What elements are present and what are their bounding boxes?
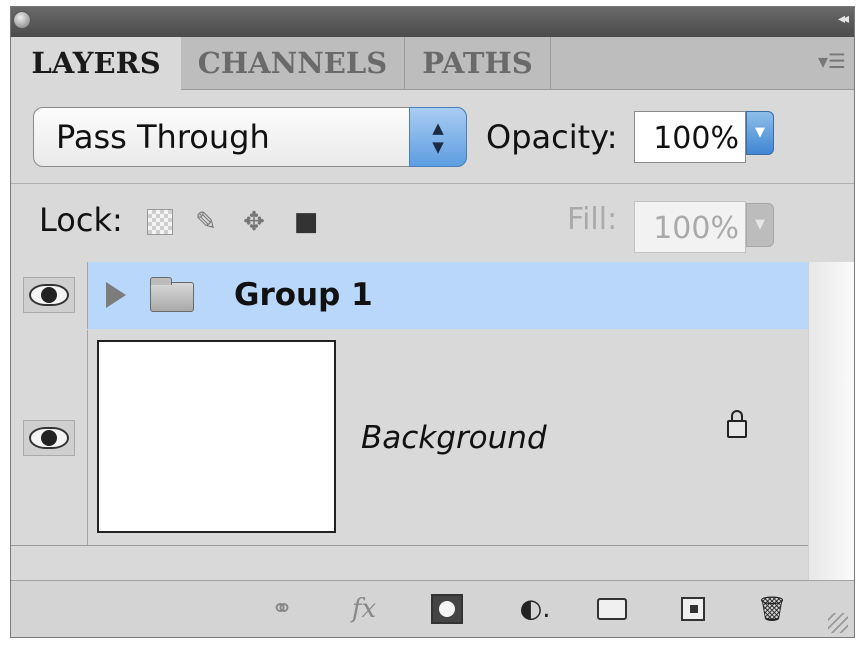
fill-input[interactable]: 100% <box>634 201 746 253</box>
opacity-dropdown-icon[interactable]: ▼ <box>746 111 774 155</box>
group-row-content: Group 1 <box>88 262 808 329</box>
add-mask-icon[interactable] <box>431 594 463 624</box>
expand-triangle-icon[interactable] <box>106 282 126 308</box>
blend-mode-value: Pass Through <box>56 118 270 156</box>
collapse-icon[interactable]: ◂◂ <box>838 11 849 27</box>
lock-image-pixels-icon[interactable]: ✎ <box>191 207 221 237</box>
panel-menu-icon[interactable]: ▾☰ <box>818 49 846 75</box>
adjustment-layer-icon[interactable]: ◐. <box>513 594 557 624</box>
panel-bottom-toolbar: ⚭ fx ◐. 🗑 <box>11 580 854 637</box>
panel-titlebar: ◂◂ <box>11 7 854 37</box>
lock-all-icon[interactable]: ■ <box>291 207 321 237</box>
trash-icon[interactable]: 🗑 <box>757 594 787 624</box>
lock-label: Lock: <box>39 201 123 239</box>
visibility-column <box>11 262 88 329</box>
layer-row-group-1[interactable]: Group 1 <box>11 262 808 329</box>
opacity-input[interactable]: 100% <box>634 111 746 163</box>
lock-transparent-pixels-icon[interactable] <box>147 209 173 235</box>
new-group-icon[interactable] <box>597 598 627 620</box>
fill-dropdown-icon[interactable]: ▼ <box>746 203 774 247</box>
blend-mode-stepper-icon[interactable]: ▲ ▼ <box>409 107 467 167</box>
layer-thumbnail <box>97 340 336 533</box>
eye-icon <box>29 284 69 306</box>
layer-row-background[interactable]: Background <box>11 330 808 546</box>
blend-mode-select[interactable]: Pass Through ▲ ▼ <box>33 107 467 167</box>
lock-position-icon[interactable]: ✥ <box>239 207 269 237</box>
divider <box>11 183 854 184</box>
eye-icon <box>29 427 69 449</box>
link-layers-icon[interactable]: ⚭ <box>259 594 305 624</box>
layer-name: Background <box>361 420 547 456</box>
layer-name: Group 1 <box>234 277 373 313</box>
tab-paths[interactable]: PATHS <box>405 37 551 90</box>
close-button[interactable] <box>13 11 31 29</box>
fill-label: Fill: <box>567 202 618 237</box>
layers-list: Group 1 Background <box>11 262 808 580</box>
layers-panel: ◂◂ LAYERS CHANNELS PATHS ▾☰ Pass Through… <box>10 6 855 638</box>
visibility-column <box>11 330 88 545</box>
lock-icon <box>727 410 747 438</box>
new-layer-icon[interactable] <box>681 597 705 621</box>
scrollbar[interactable] <box>808 262 854 580</box>
tab-bar: LAYERS CHANNELS PATHS ▾☰ <box>11 37 854 91</box>
visibility-toggle[interactable] <box>23 420 75 456</box>
folder-icon <box>150 277 194 312</box>
opacity-label: Opacity: <box>486 118 618 156</box>
tab-layers[interactable]: LAYERS <box>11 37 181 91</box>
visibility-toggle[interactable] <box>23 277 75 313</box>
tab-channels[interactable]: CHANNELS <box>181 37 405 90</box>
resize-grip-icon[interactable] <box>828 613 848 633</box>
fx-icon[interactable]: fx <box>344 594 384 624</box>
